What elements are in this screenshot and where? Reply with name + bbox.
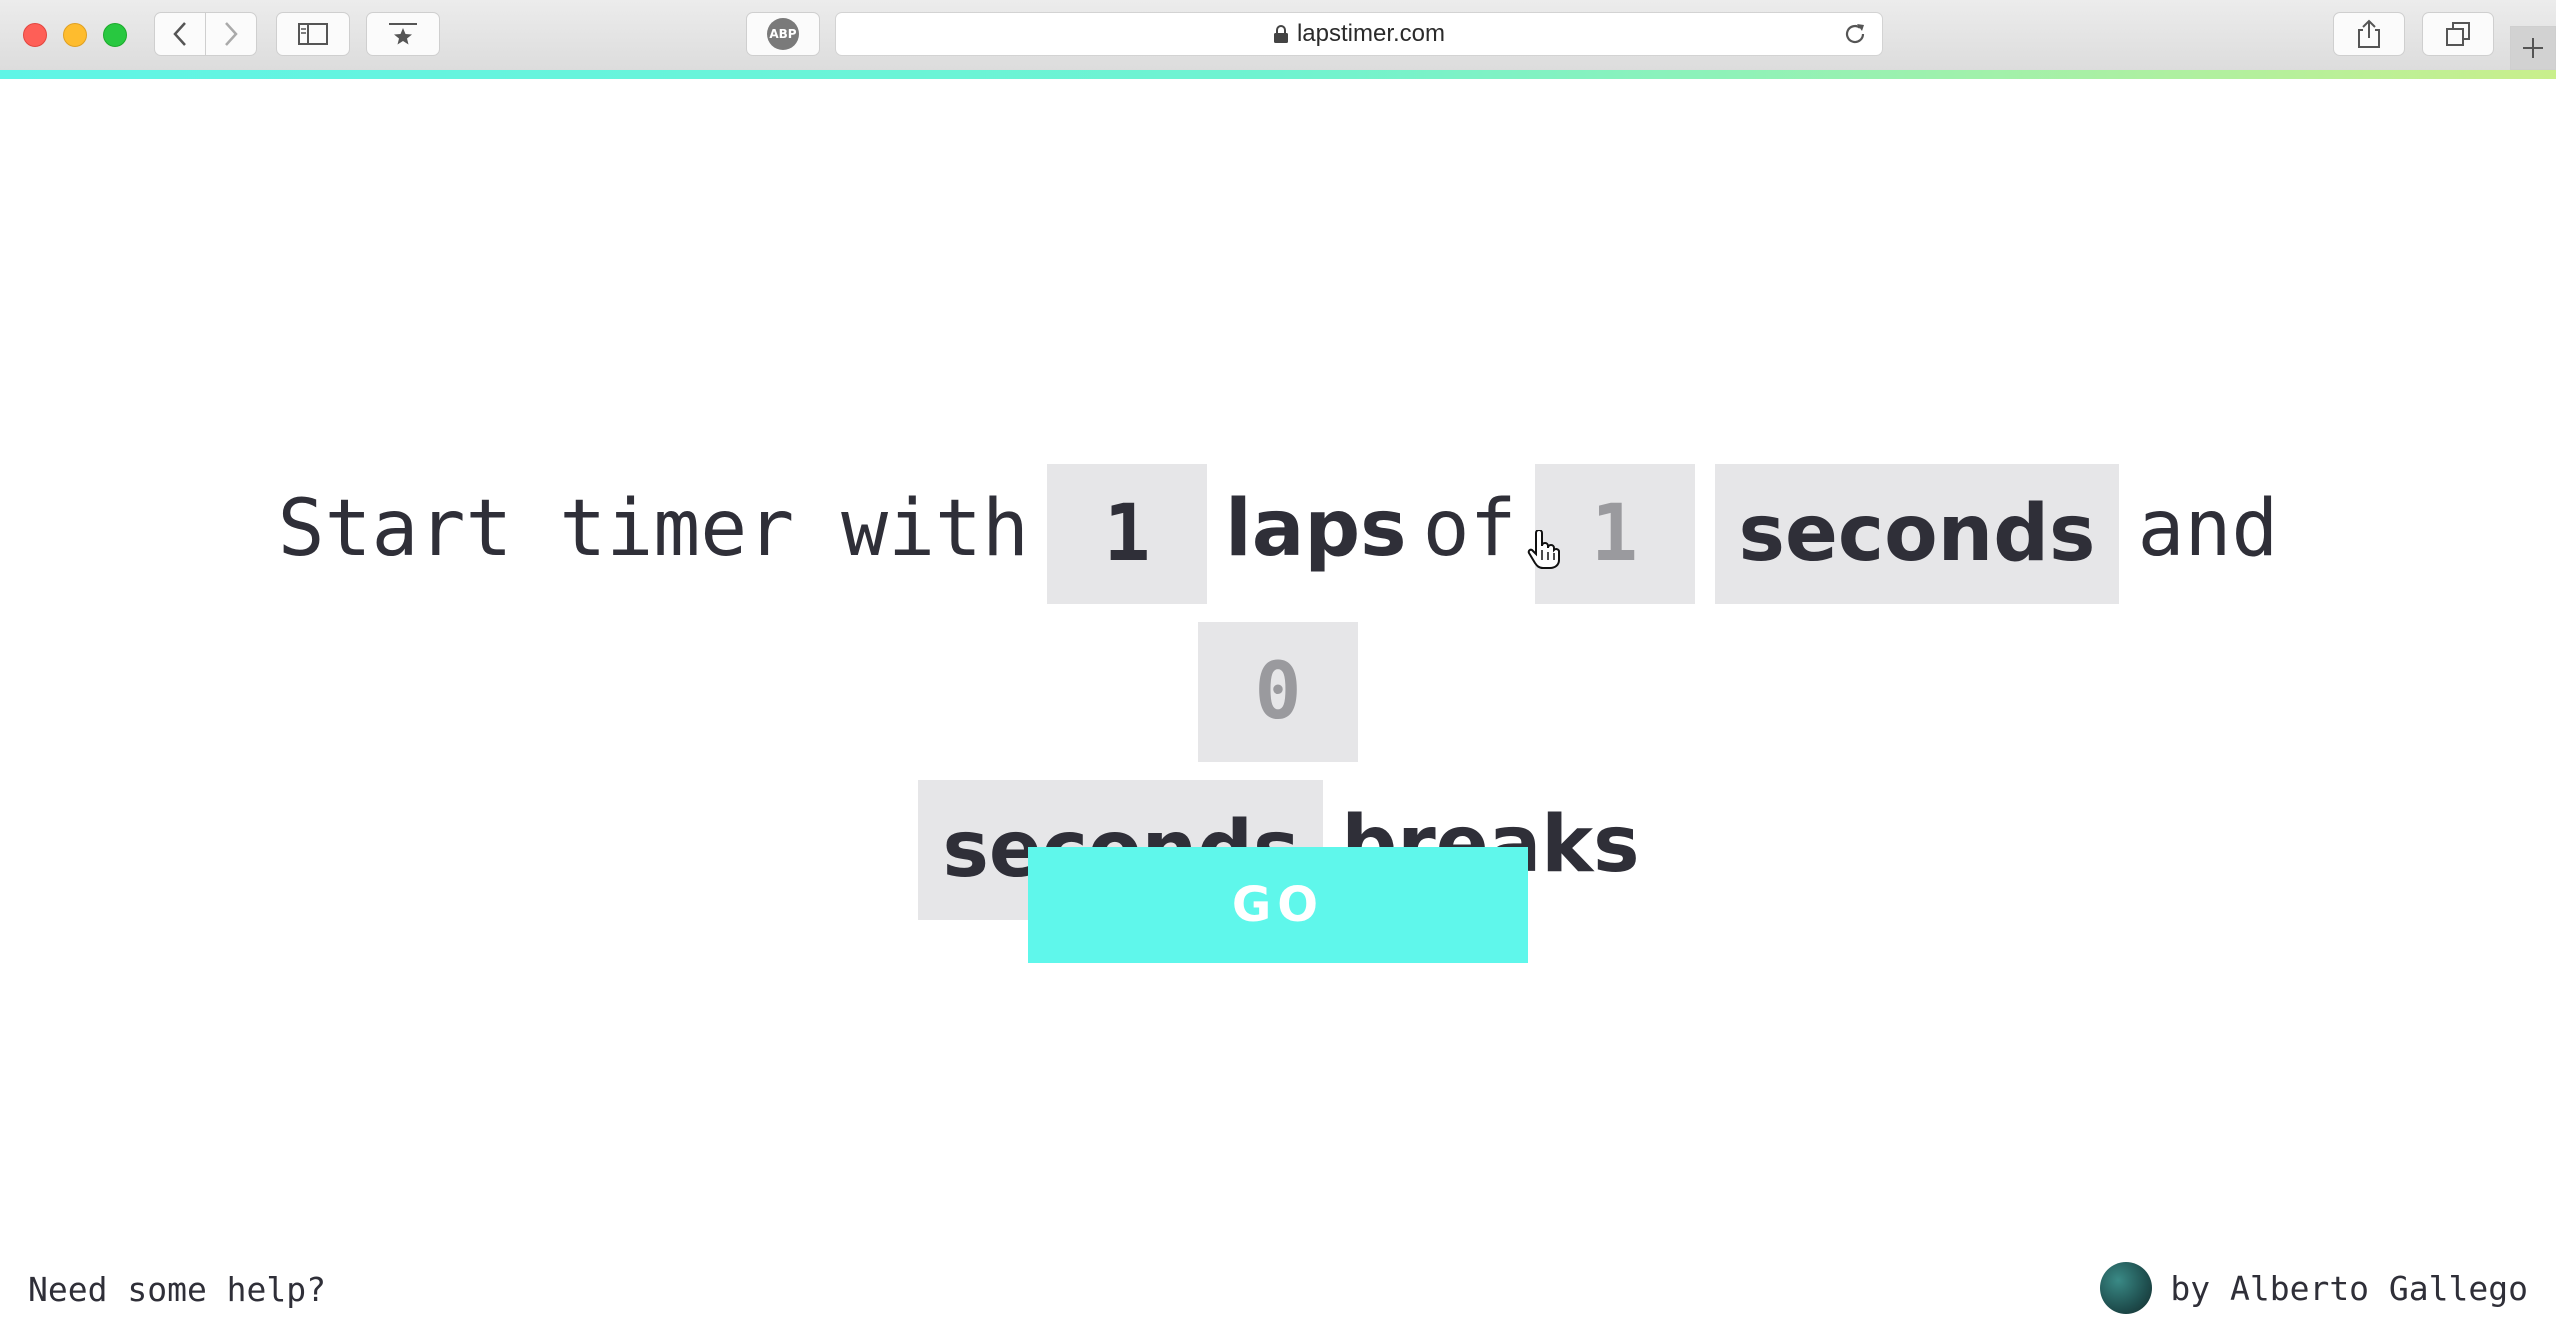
star-icon xyxy=(389,23,417,45)
sidebar-button[interactable] xyxy=(276,12,350,56)
plus-icon xyxy=(2523,38,2543,58)
minimize-window-button[interactable] xyxy=(63,23,87,47)
address-bar[interactable]: lapstimer.com xyxy=(835,12,1883,56)
of-label: of xyxy=(1422,484,1517,574)
reload-icon[interactable] xyxy=(1842,21,1868,47)
chevron-right-icon xyxy=(225,22,238,46)
adblock-icon: ABP xyxy=(767,18,799,50)
zoom-window-button[interactable] xyxy=(103,23,127,47)
lap-unit-select[interactable]: seconds xyxy=(1714,463,2120,604)
browser-toolbar: ABP lapstimer.com xyxy=(0,0,2556,73)
forward-button[interactable] xyxy=(205,12,257,56)
sidebar-icon xyxy=(298,23,328,45)
share-icon xyxy=(2358,19,2380,48)
back-button[interactable] xyxy=(154,12,206,56)
adblock-button[interactable]: ABP xyxy=(746,12,820,56)
laps-input[interactable]: 1 xyxy=(1046,463,1207,604)
lock-icon xyxy=(1273,25,1288,43)
tabs-icon xyxy=(2446,22,2470,46)
avatar xyxy=(2100,1262,2153,1314)
close-window-button[interactable] xyxy=(23,23,47,47)
tab-overview-button[interactable] xyxy=(2422,12,2494,56)
hand-cursor-icon xyxy=(1527,530,1560,569)
laps-label: laps xyxy=(1224,484,1407,574)
go-button[interactable]: GO xyxy=(1028,847,1528,963)
page-accent-bar xyxy=(0,70,2556,79)
top-sites-button[interactable] xyxy=(366,12,440,56)
and-label: and xyxy=(2137,484,2279,574)
new-tab-button[interactable] xyxy=(2510,26,2556,70)
author-credit[interactable]: by Alberto Gallego xyxy=(2100,1262,2528,1314)
prefix-text: Start timer with xyxy=(277,484,1029,574)
help-link[interactable]: Need some help? xyxy=(28,1270,326,1309)
author-text: by Alberto Gallego xyxy=(2170,1268,2528,1308)
url-text: lapstimer.com xyxy=(1296,20,1446,47)
chevron-left-icon xyxy=(173,22,186,46)
share-button[interactable] xyxy=(2333,12,2405,56)
break-duration-input[interactable]: 0 xyxy=(1198,621,1358,762)
